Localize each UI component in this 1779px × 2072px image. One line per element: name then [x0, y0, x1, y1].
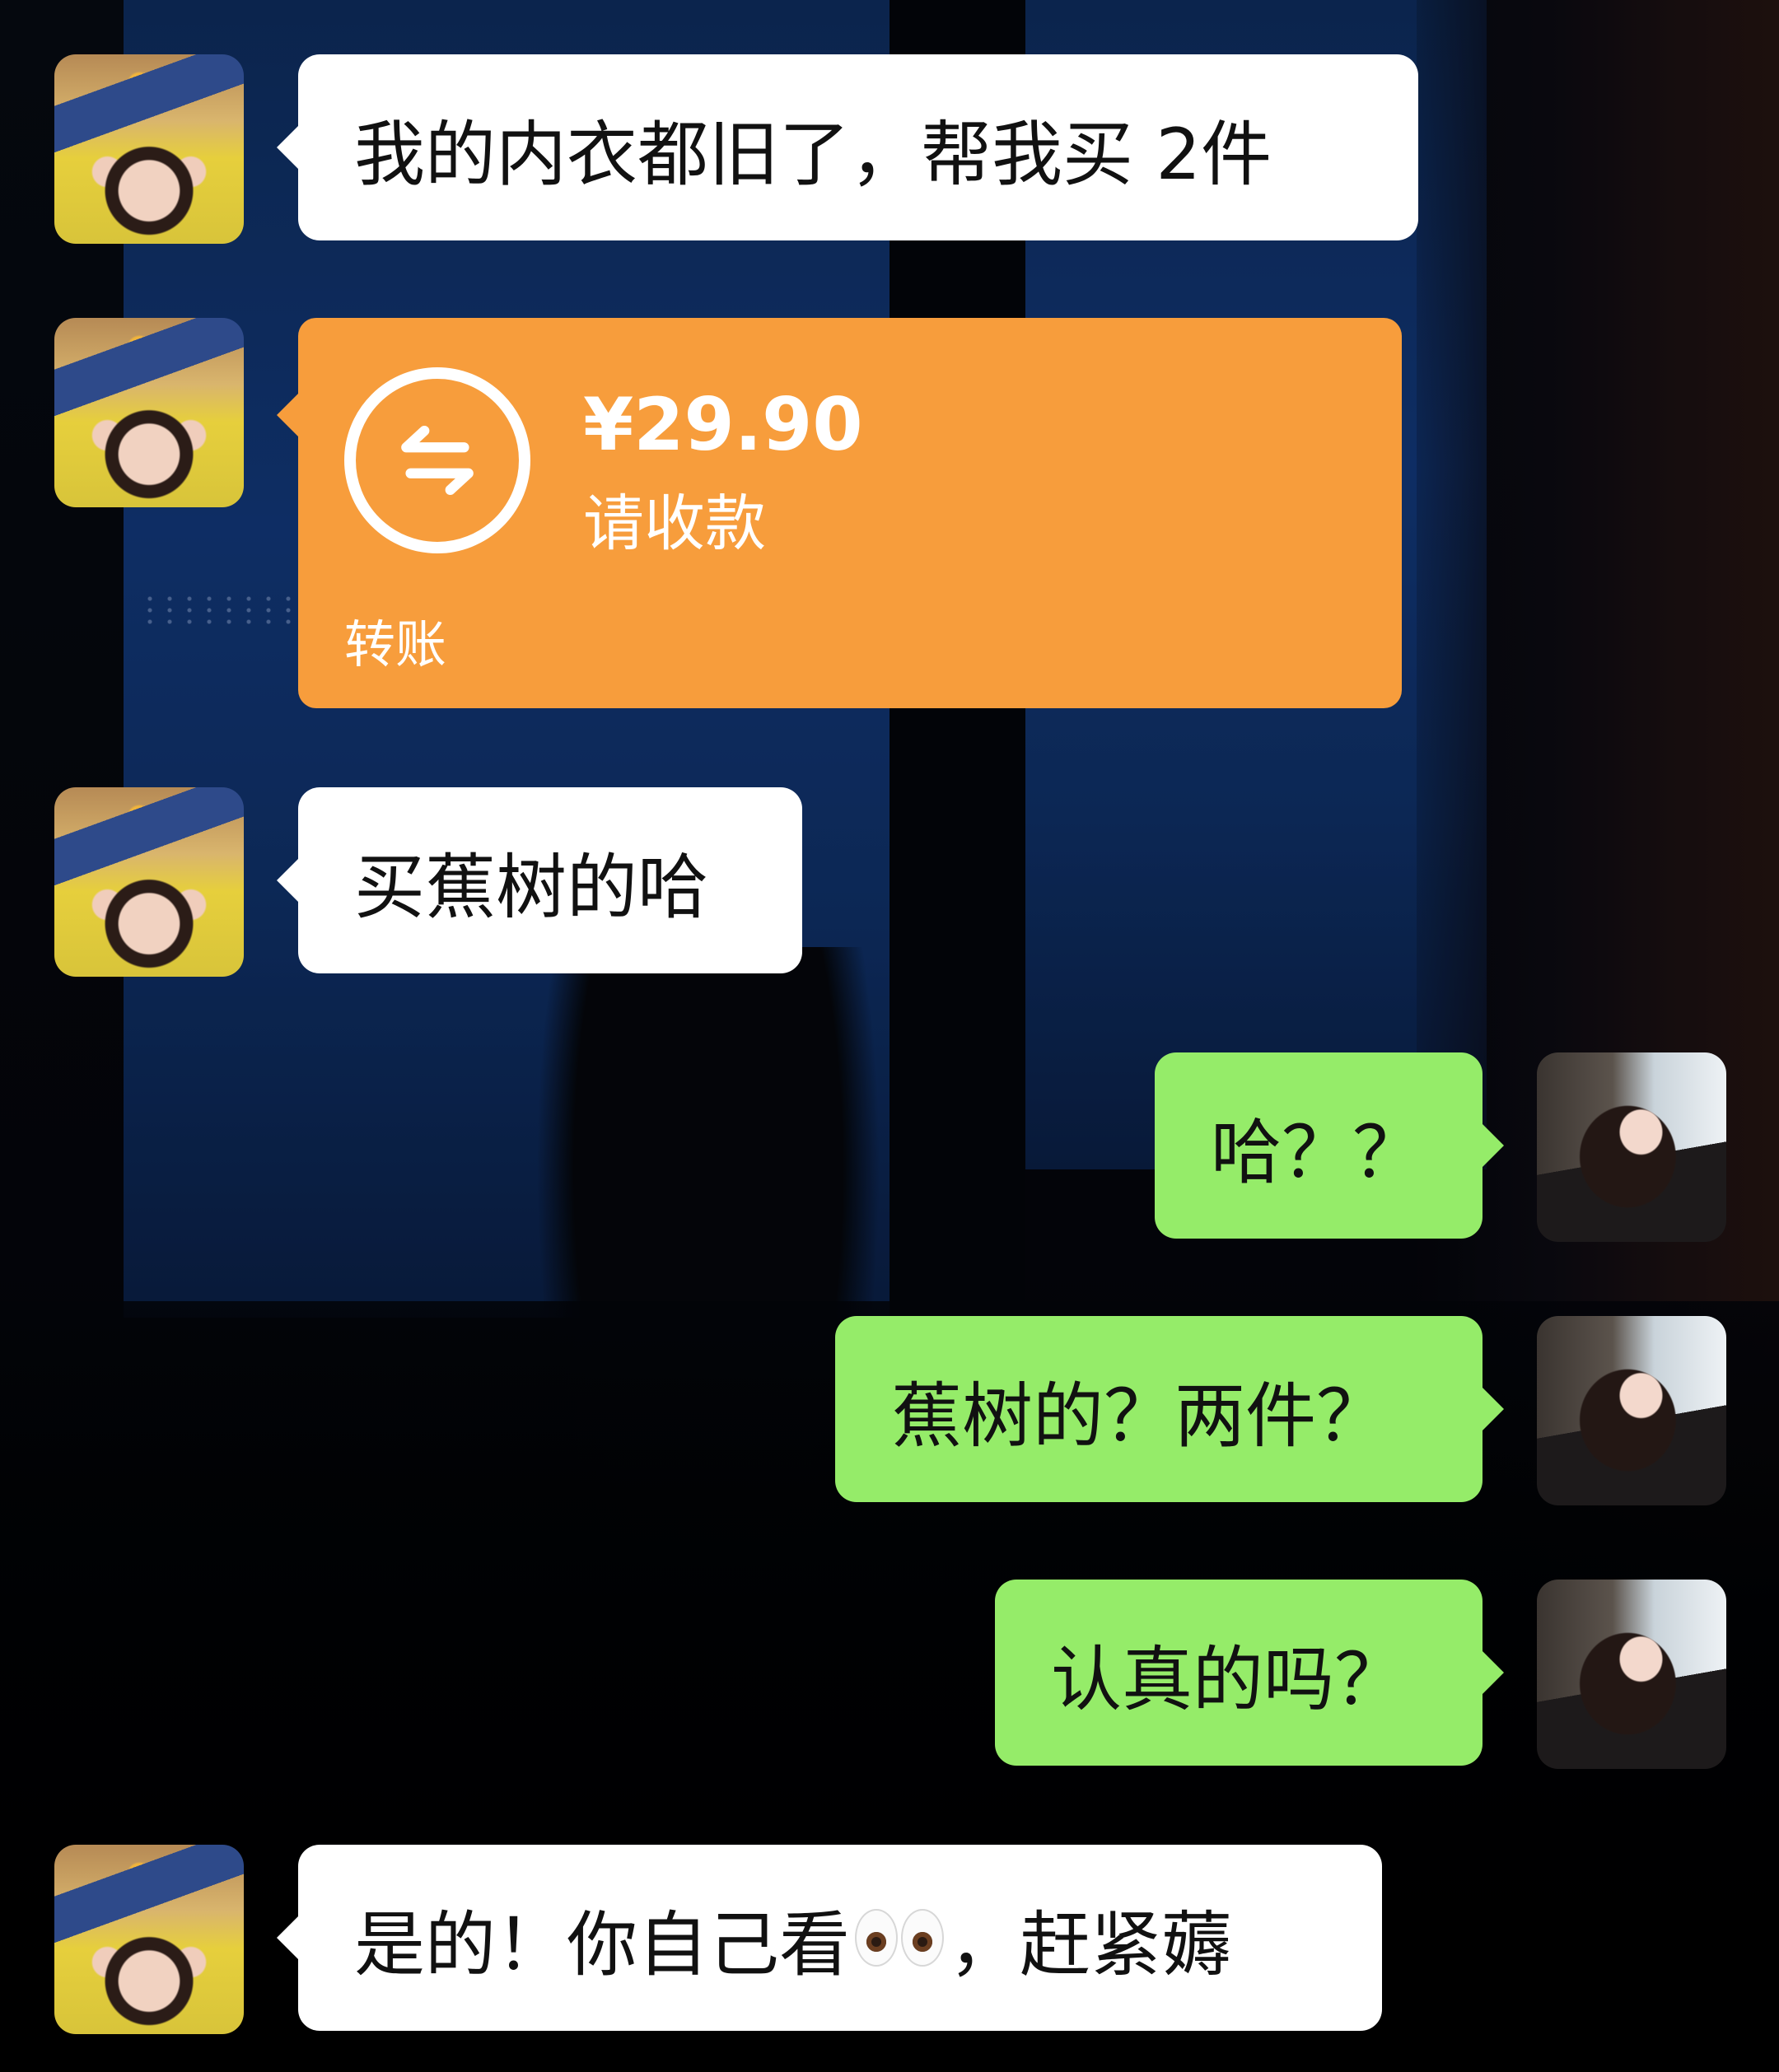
transfer-arrows-icon	[344, 367, 530, 553]
message-text: 认真的吗？	[1051, 1638, 1405, 1721]
message-bubble-incoming[interactable]: 我的内衣都旧了，帮我买 2件	[277, 54, 1418, 240]
message-text: 蕉树的？两件？	[891, 1374, 1387, 1458]
message-bubble-incoming[interactable]: 是的！你自己看 ，赶紧薅	[277, 1845, 1382, 2031]
transfer-amount: ¥29.90	[583, 382, 863, 467]
eyes-emoji-icon	[855, 1909, 944, 1967]
contact-avatar[interactable]	[54, 1845, 244, 2034]
transfer-card[interactable]: ¥29.90 请收款 转账	[277, 318, 1402, 708]
contact-avatar[interactable]	[54, 54, 244, 244]
user-avatar[interactable]	[1537, 1580, 1726, 1769]
transfer-label: 转账	[344, 614, 447, 674]
user-avatar[interactable]	[1537, 1052, 1726, 1242]
message-text: 买蕉树的哈	[354, 846, 708, 929]
contact-avatar[interactable]	[54, 318, 244, 507]
transfer-status: 请收款	[583, 488, 766, 559]
message-bubble-outgoing[interactable]: 蕉树的？两件？	[835, 1316, 1504, 1502]
contact-avatar[interactable]	[54, 787, 244, 977]
chat-background	[0, 0, 1779, 2072]
message-text: 我的内衣都旧了，帮我买 2件	[354, 113, 1272, 196]
message-bubble-outgoing[interactable]: 哈？？	[1155, 1052, 1504, 1239]
message-text-after-emoji: ，赶紧薅	[949, 1903, 1232, 1986]
message-text-before-emoji: 是的！你自己看	[354, 1903, 850, 1986]
user-avatar[interactable]	[1537, 1316, 1726, 1505]
message-bubble-outgoing[interactable]: 认真的吗？	[995, 1580, 1504, 1766]
message-text: 哈？？	[1211, 1111, 1423, 1194]
message-bubble-incoming[interactable]: 买蕉树的哈	[277, 787, 802, 973]
